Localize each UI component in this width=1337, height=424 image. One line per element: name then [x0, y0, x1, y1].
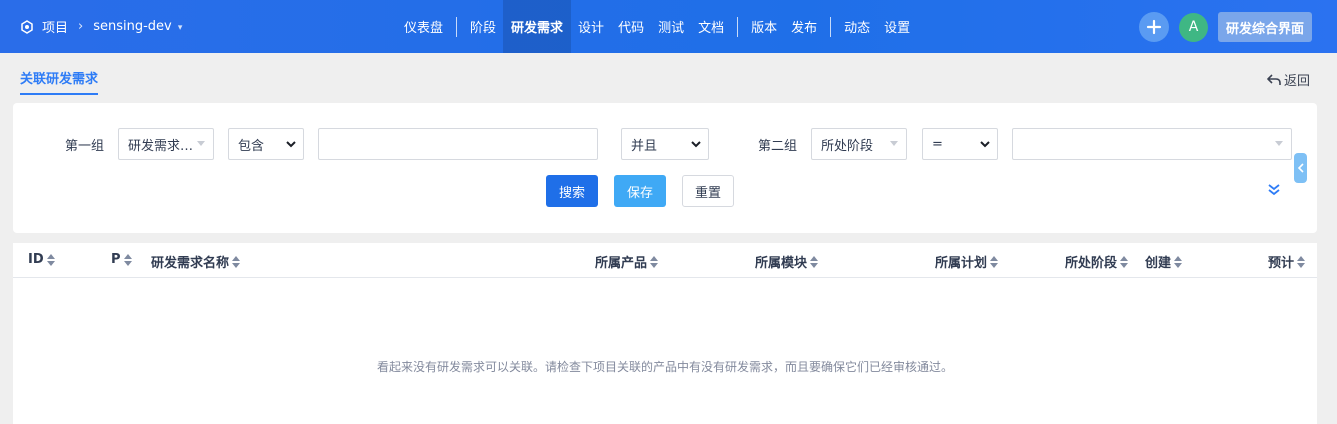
nav-test[interactable]: 测试 [651, 0, 691, 53]
sort-icon [650, 255, 659, 268]
user-avatar[interactable]: A [1178, 12, 1208, 42]
sort-icon [1174, 255, 1183, 268]
nav-code[interactable]: 代码 [611, 0, 651, 53]
sort-icon [1297, 255, 1306, 268]
column-header-product[interactable]: 所属产品 [595, 252, 659, 271]
nav-activity[interactable]: 动态 [837, 0, 877, 53]
chevron-down-icon [980, 141, 990, 148]
group1-field-value: 研发需求… [128, 138, 194, 154]
nav-dashboard[interactable]: 仪表盘 [397, 0, 450, 53]
chevron-right-icon: › [78, 19, 84, 34]
caret-down-icon [1275, 141, 1283, 146]
column-header-estimate[interactable]: 预计 [1268, 252, 1306, 271]
sort-icon [810, 255, 819, 268]
create-button[interactable] [1138, 12, 1169, 42]
table-header: ID P 研发需求名称 所属产品 所属模块 所属计划 所处阶段 创建 预计 [13, 243, 1317, 278]
chevron-down-icon [286, 141, 296, 148]
nav-design[interactable]: 设计 [571, 0, 611, 53]
ui-switch-button[interactable]: 研发综合界面 [1217, 12, 1312, 42]
double-chevron-down-icon[interactable] [1267, 183, 1281, 197]
sort-icon [1120, 255, 1129, 268]
search-panel: 第一组 研发需求… 包含 并且 第二组 所处阶段 = 搜索 保存 重置 [13, 103, 1317, 233]
project-breadcrumb: 项目 › sensing-dev ▾ [20, 0, 182, 53]
empty-state-message: 看起来没有研发需求可以关联。请检查下项目关联的产品中有没有研发需求，而且要确保它… [376, 360, 953, 374]
caret-down-icon [197, 141, 205, 146]
sub-header: 关联研发需求 返回 [0, 53, 1337, 103]
group1-field-select[interactable]: 研发需求… [118, 128, 214, 160]
project-switcher[interactable]: sensing-dev ▾ [93, 19, 182, 34]
nav-divider [830, 16, 832, 37]
column-header-module[interactable]: 所属模块 [755, 252, 819, 271]
column-header-id[interactable]: ID [28, 252, 55, 267]
logic-value: 并且 [631, 138, 658, 154]
group2-field-select[interactable]: 所处阶段 [811, 128, 907, 160]
nav-release[interactable]: 发布 [784, 0, 824, 53]
nav-divider [456, 16, 458, 37]
caret-down-icon: ▾ [177, 23, 183, 33]
reset-button[interactable]: 重置 [682, 175, 734, 207]
nav-docs[interactable]: 文档 [691, 0, 731, 53]
nav-settings[interactable]: 设置 [877, 0, 917, 53]
back-arrow-icon [1267, 73, 1281, 85]
logic-select[interactable]: 并且 [621, 128, 709, 160]
chevron-left-icon [1297, 163, 1304, 173]
group1-operator-value: 包含 [238, 138, 265, 154]
group2-operator-select[interactable]: = [922, 128, 998, 160]
group2-value-select[interactable] [1012, 128, 1292, 160]
side-panel-toggle[interactable] [1294, 153, 1307, 183]
save-button[interactable]: 保存 [614, 175, 666, 207]
column-header-plan[interactable]: 所属计划 [935, 252, 999, 271]
nav-version[interactable]: 版本 [744, 0, 784, 53]
group2-label: 第二组 [758, 139, 798, 154]
nav-requirements[interactable]: 研发需求 [503, 0, 572, 53]
main-nav: 仪表盘 阶段 研发需求 设计 代码 测试 文档 版本 发布 动态 设置 [397, 0, 917, 53]
nav-divider [737, 16, 739, 37]
back-label: 返回 [1283, 74, 1310, 89]
caret-down-icon [890, 141, 898, 146]
project-icon [21, 19, 33, 34]
column-header-stage[interactable]: 所处阶段 [1065, 252, 1129, 271]
group2-operator-value: = [932, 136, 943, 152]
top-navbar: 项目 › sensing-dev ▾ 仪表盘 阶段 研发需求 设计 代码 测试 … [0, 0, 1337, 53]
group1-value-input[interactable] [318, 128, 598, 160]
chevron-down-icon [691, 141, 701, 148]
group2-field-value: 所处阶段 [821, 138, 874, 154]
tab-link-requirements[interactable]: 关联研发需求 [20, 68, 99, 95]
search-button[interactable]: 搜索 [546, 175, 598, 207]
back-button[interactable]: 返回 [1267, 70, 1310, 89]
nav-stage[interactable]: 阶段 [463, 0, 503, 53]
column-header-priority[interactable]: P [111, 252, 132, 267]
column-header-created[interactable]: 创建 [1145, 252, 1183, 271]
column-header-name[interactable]: 研发需求名称 [151, 252, 241, 271]
project-link[interactable]: 项目 [42, 17, 68, 36]
sort-icon [232, 255, 241, 268]
sort-icon [123, 253, 132, 266]
group1-label: 第一组 [65, 139, 105, 154]
sort-icon [46, 253, 55, 266]
project-name: sensing-dev [93, 19, 172, 34]
sort-icon [990, 255, 999, 268]
plus-icon [1146, 19, 1162, 35]
requirements-table: ID P 研发需求名称 所属产品 所属模块 所属计划 所处阶段 创建 预计 看起… [13, 243, 1317, 424]
header-actions: A 研发综合界面 [1138, 12, 1312, 42]
group1-operator-select[interactable]: 包含 [228, 128, 304, 160]
